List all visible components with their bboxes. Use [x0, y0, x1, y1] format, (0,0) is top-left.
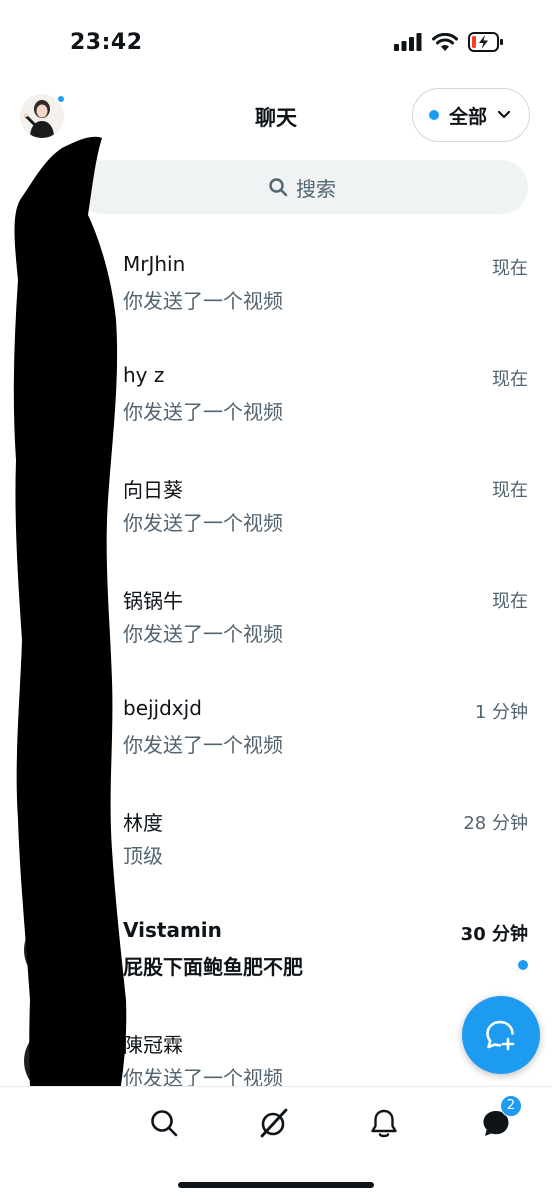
status-icons: [394, 32, 504, 52]
filter-label: 全部: [448, 105, 487, 128]
conversation-time: 现在: [492, 591, 528, 612]
search-icon: [269, 178, 288, 197]
conversation-name: MrJhin: [123, 252, 186, 276]
nav-messages[interactable]: 2: [476, 1095, 522, 1143]
search-bar[interactable]: 搜索: [76, 160, 528, 214]
wifi-icon: [432, 32, 458, 51]
conversation-preview: 你发送了一个视频: [123, 733, 283, 757]
conversation-avatar: [24, 803, 96, 875]
conversation-item-unread[interactable]: Vistamin 30 分钟 屁股下面鲍鱼肥不肥: [0, 896, 552, 1007]
conversation-avatar: [24, 359, 96, 431]
bell-icon: [371, 1109, 397, 1138]
header: 聊天 全部: [0, 88, 552, 152]
conversation-avatar: [24, 581, 96, 653]
nav-search[interactable]: [144, 1103, 184, 1143]
conversation-time: 现在: [492, 369, 528, 390]
conversation-avatar: [24, 470, 96, 542]
status-bar: 23:42: [0, 0, 552, 88]
unread-indicator: [518, 960, 528, 970]
conversation-avatar: [24, 248, 96, 320]
messages-badge: 2: [500, 1095, 522, 1117]
filter-dropdown-button[interactable]: 全部: [411, 88, 530, 142]
conversation-preview: 屁股下面鲍鱼肥不肥: [123, 955, 303, 979]
conversation-time: 28 分钟: [463, 813, 528, 834]
conversation-preview: 你发送了一个视频: [123, 289, 283, 313]
new-message-icon: [486, 1020, 515, 1051]
new-message-button[interactable]: [462, 996, 540, 1074]
conversation-avatar: [24, 692, 96, 764]
search-icon: [151, 1110, 178, 1137]
conversation-item[interactable]: 锅锅牛 现在 你发送了一个视频: [0, 563, 552, 674]
chevron-down-icon: [497, 110, 511, 119]
conversation-preview: 你发送了一个视频: [123, 622, 283, 646]
conversation-list: MrJhin 现在 你发送了一个视频 hy z 现在 你发送了一个视频 向日葵 …: [0, 230, 552, 1118]
grok-icon: [260, 1108, 288, 1138]
conversation-name: 锅锅牛: [123, 589, 183, 613]
conversation-item[interactable]: bejjdxjd 1 分钟 你发送了一个视频: [0, 674, 552, 785]
conversation-time: 现在: [492, 258, 528, 279]
home-indicator: [178, 1182, 374, 1188]
search-placeholder: 搜索: [296, 176, 336, 201]
conversation-name: hy z: [123, 363, 165, 387]
nav-notifications[interactable]: [364, 1103, 404, 1143]
signal-icon: [394, 33, 422, 51]
battery-icon: [468, 32, 503, 52]
conversation-name: bejjdxjd: [123, 696, 202, 720]
conversation-time: 30 分钟: [460, 924, 528, 945]
conversation-item[interactable]: hy z 现在 你发送了一个视频: [0, 341, 552, 452]
conversation-preview: 你发送了一个视频: [123, 511, 283, 535]
status-time: 23:42: [70, 30, 143, 55]
conversation-item[interactable]: 林度 28 分钟 顶级: [0, 785, 552, 896]
conversation-item[interactable]: MrJhin 现在 你发送了一个视频: [0, 230, 552, 341]
conversation-name: 林度: [123, 811, 163, 835]
conversation-time: 1 分钟: [474, 702, 528, 723]
filter-status-dot: [428, 110, 439, 120]
conversation-name: Vistamin: [123, 918, 222, 942]
nav-grok[interactable]: [254, 1103, 294, 1143]
conversation-name: 陳冠霖: [123, 1033, 183, 1057]
conversation-preview: 顶级: [123, 844, 163, 868]
conversation-avatar: [24, 914, 96, 986]
conversation-item[interactable]: 向日葵 现在 你发送了一个视频: [0, 452, 552, 563]
conversation-preview: 你发送了一个视频: [123, 400, 283, 424]
conversation-name: 向日葵: [123, 478, 183, 502]
conversation-time: 现在: [492, 480, 528, 501]
